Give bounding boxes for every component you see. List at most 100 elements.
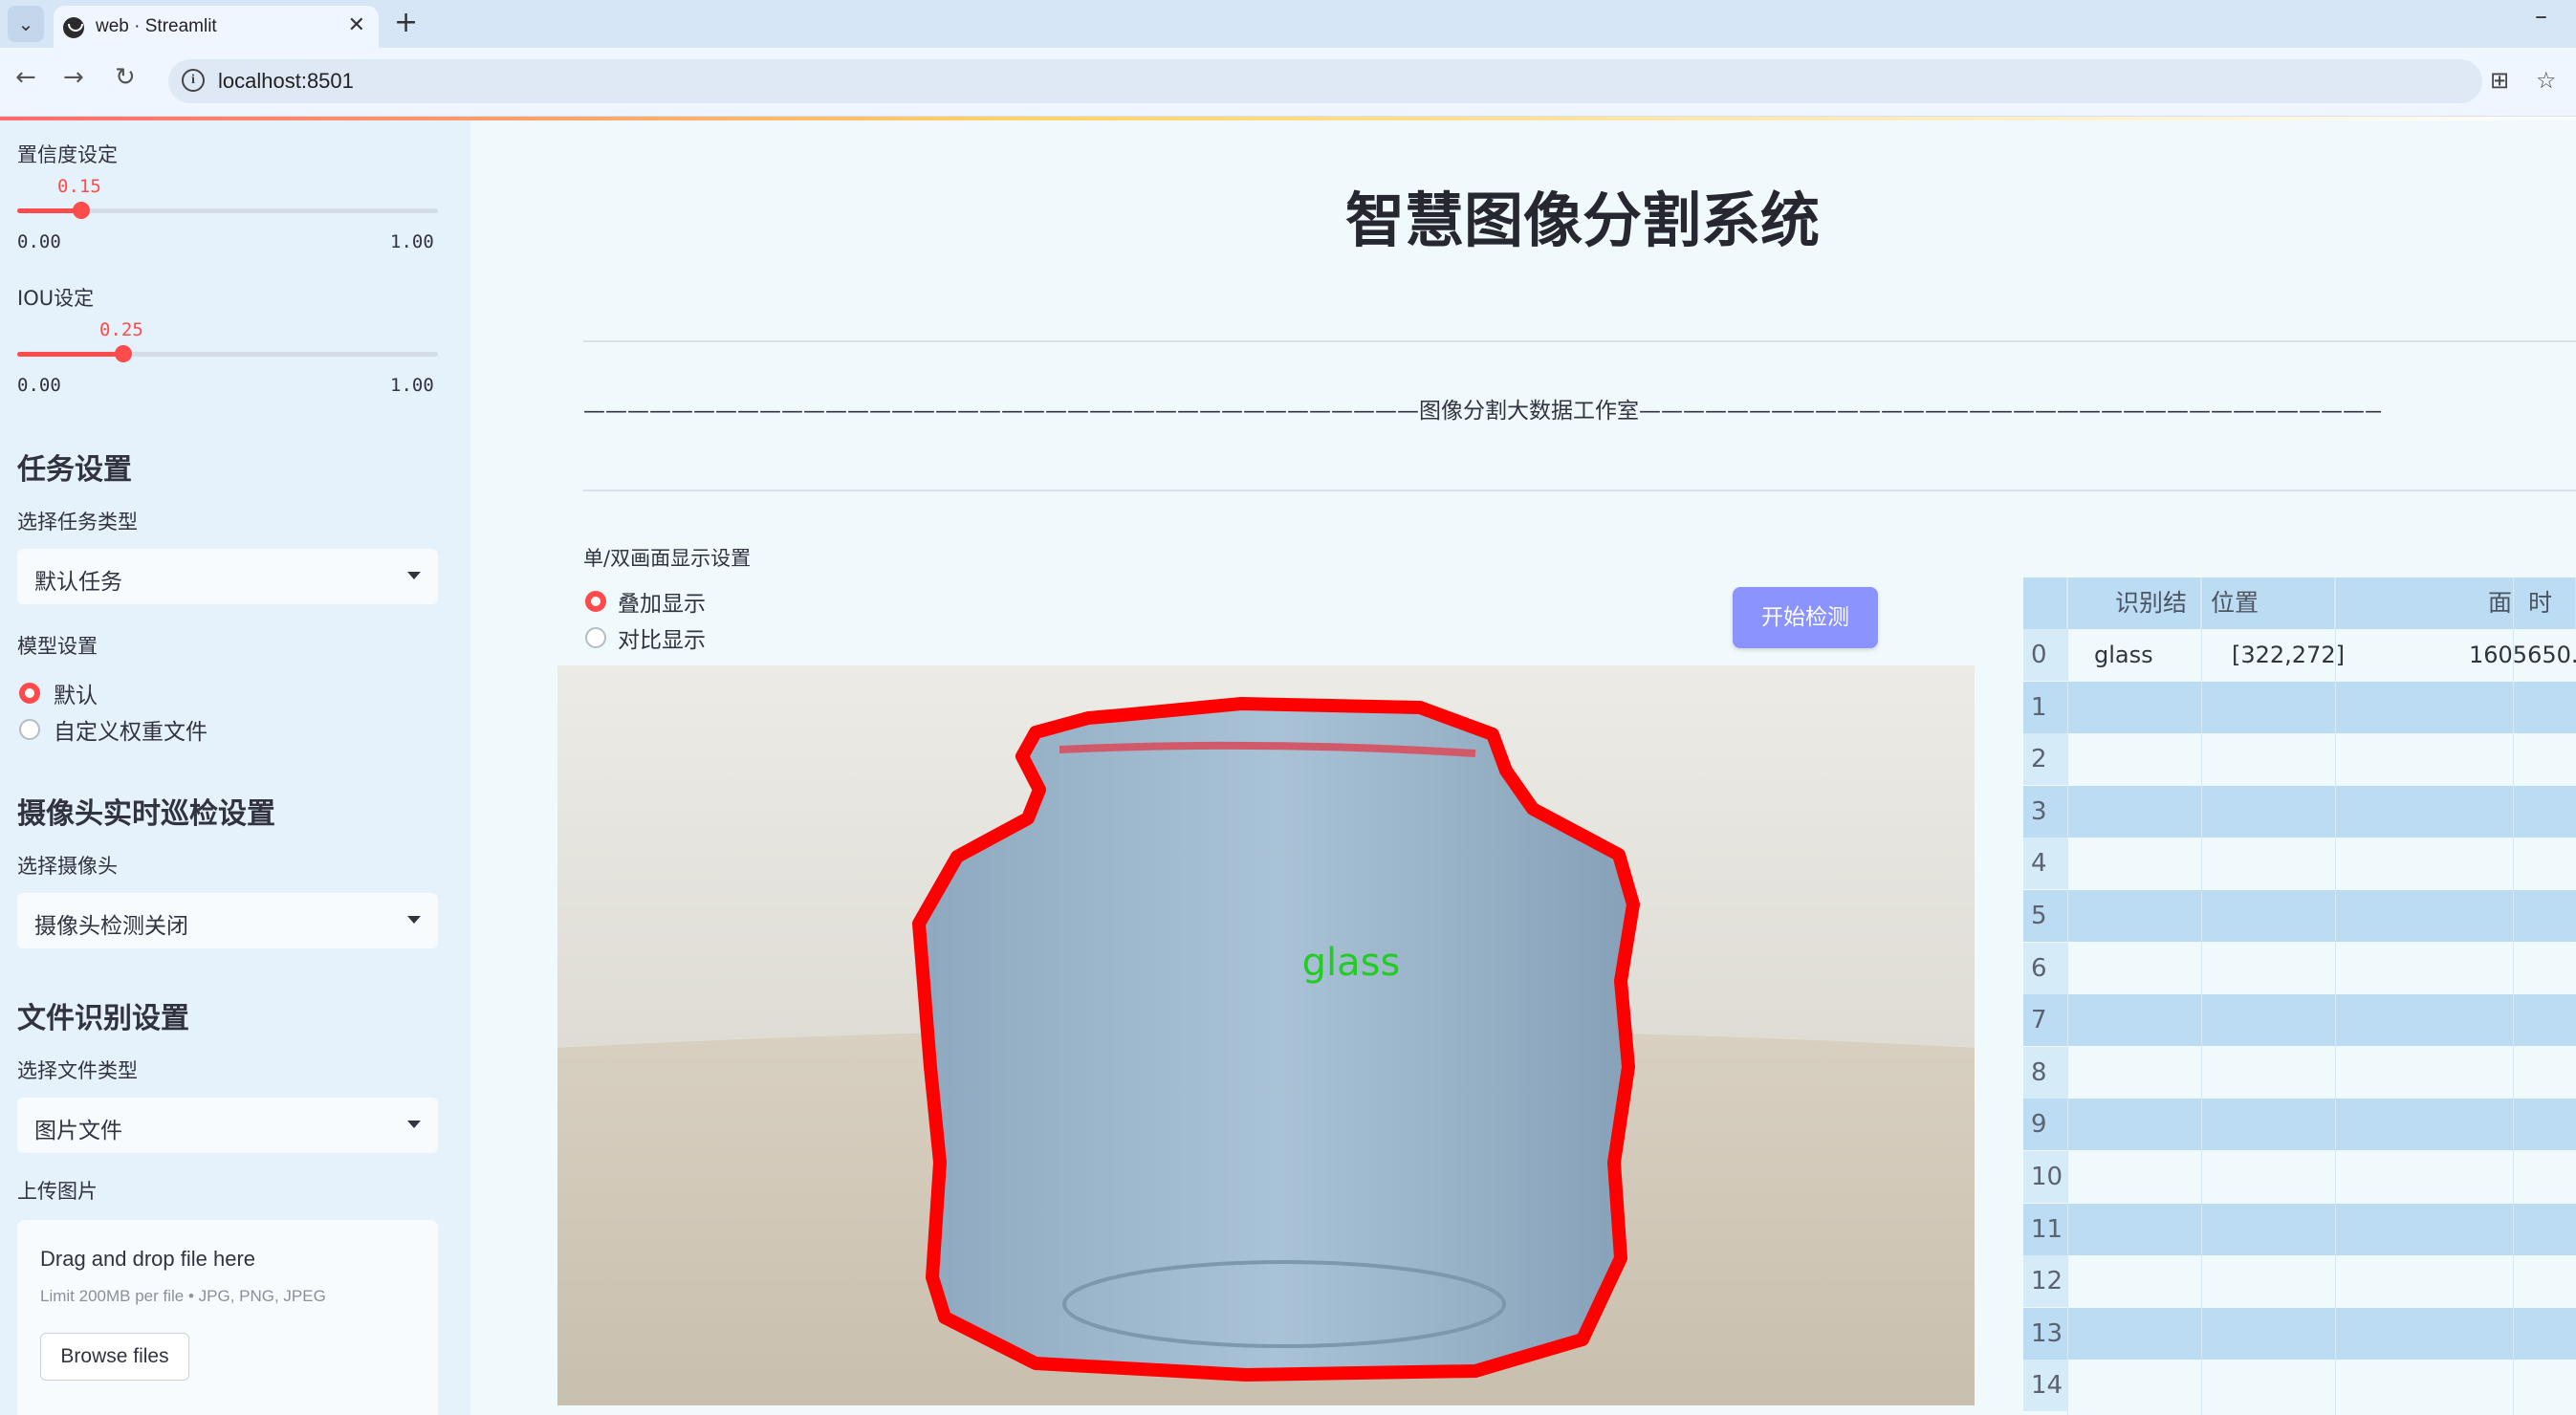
cell-result: glass	[2094, 642, 2153, 668]
table-header-time[interactable]: 时间	[2513, 577, 2576, 668]
row-index: 14	[2023, 1360, 2067, 1412]
row-index: 2	[2023, 733, 2067, 786]
cell-position	[2201, 786, 2335, 838]
window-minimize-icon[interactable]: –	[2535, 2, 2547, 31]
cell-result	[2067, 1151, 2201, 1203]
start-detection-button[interactable]: 开始检测	[1733, 587, 1878, 648]
cell-result	[2067, 1099, 2201, 1150]
detection-label: glass	[1302, 941, 1401, 985]
forward-arrow-icon[interactable]: →	[63, 63, 84, 92]
table-row[interactable]: 10	[2023, 1151, 2576, 1203]
site-info-icon[interactable]: i	[182, 69, 205, 92]
iou-min: 0.00	[17, 375, 61, 396]
table-row[interactable]: 6	[2023, 942, 2576, 994]
file-settings-header: 文件识别设置	[17, 1002, 189, 1035]
cell-position	[2201, 838, 2335, 889]
file-dropzone[interactable]: Drag and drop file here Limit 200MB per …	[17, 1220, 438, 1415]
dropzone-title: Drag and drop file here	[40, 1247, 256, 1271]
chevron-down-icon	[407, 572, 421, 579]
table-row[interactable]: 2	[2023, 733, 2576, 786]
camera-settings-header: 摄像头实时巡检设置	[17, 797, 275, 831]
table-header-position[interactable]: 位置	[2201, 577, 2335, 629]
model-custom-label: 自定义权重文件	[54, 720, 207, 745]
tab-close-icon[interactable]: ✕	[348, 13, 365, 37]
back-arrow-icon[interactable]: ←	[15, 63, 36, 92]
cell-time	[2513, 890, 2576, 942]
compare-display-radio[interactable]	[585, 627, 606, 648]
table-row[interactable]: 7	[2023, 994, 2576, 1047]
cell-area	[2335, 1204, 2513, 1255]
tab-search-dropdown-icon[interactable]: ⌄	[8, 6, 44, 42]
cell-area	[2335, 733, 2513, 785]
table-row[interactable]: 0 glass [322,272] 1605650.02	[2023, 629, 2576, 681]
model-default-radio[interactable]	[19, 683, 40, 704]
confidence-slider-thumb[interactable]	[73, 202, 90, 219]
cell-area	[2335, 1047, 2513, 1099]
confidence-max: 1.00	[390, 231, 434, 252]
iou-label: IOU设定	[17, 287, 95, 310]
iou-max: 1.00	[390, 375, 434, 396]
cell-result	[2067, 682, 2201, 733]
divider	[583, 490, 2576, 491]
model-custom-radio[interactable]	[19, 719, 40, 740]
row-index: 0	[2023, 629, 2067, 681]
results-table[interactable]: 识别结果 位置 面积 时间 0glass[322,272]1605650.021…	[2023, 577, 2576, 1415]
task-type-value: 默认任务	[34, 570, 122, 595]
task-type-select[interactable]: 默认任务	[17, 549, 438, 604]
cell-result	[2067, 1360, 2201, 1411]
table-column-divider	[2201, 577, 2202, 1415]
table-row[interactable]: 8	[2023, 1046, 2576, 1099]
browse-files-button[interactable]: Browse files	[40, 1333, 189, 1381]
cell-time	[2513, 994, 2576, 1046]
cell-result	[2067, 1204, 2201, 1255]
table-row[interactable]: 9	[2023, 1099, 2576, 1151]
streamlit-favicon-icon	[63, 17, 84, 38]
table-row[interactable]: 1	[2023, 681, 2576, 733]
cell-area	[2335, 1255, 2513, 1307]
row-index: 9	[2023, 1099, 2067, 1151]
cell-area	[2335, 1099, 2513, 1150]
bookmark-star-icon[interactable]: ☆	[2536, 67, 2557, 94]
camera-select[interactable]: 摄像头检测关闭	[17, 893, 438, 948]
table-row[interactable]: 3	[2023, 785, 2576, 838]
row-index: 13	[2023, 1307, 2067, 1360]
new-tab-icon[interactable]: +	[394, 6, 418, 39]
iou-slider[interactable]	[17, 345, 438, 362]
cell-area	[2335, 994, 2513, 1046]
cell-time	[2513, 1047, 2576, 1099]
cell-time	[2513, 682, 2576, 733]
chevron-down-icon	[407, 1121, 421, 1128]
cell-time	[2513, 838, 2576, 889]
table-column-divider	[2513, 577, 2514, 1415]
reload-icon[interactable]: ↻	[115, 63, 136, 92]
browser-navbar: ← → ↻ i localhost:8501 ⊞ ☆	[0, 48, 2576, 117]
table-row[interactable]: 11	[2023, 1203, 2576, 1255]
confidence-slider[interactable]	[17, 202, 438, 219]
table-row[interactable]: 12	[2023, 1255, 2576, 1308]
file-type-select[interactable]: 图片文件	[17, 1098, 438, 1153]
cell-position	[2201, 890, 2335, 942]
table-row[interactable]: 14	[2023, 1360, 2576, 1412]
address-bar[interactable]: i localhost:8501	[168, 59, 2482, 103]
cell-area	[2335, 1308, 2513, 1360]
overlay-display-radio[interactable]	[585, 591, 606, 612]
cell-result	[2067, 994, 2201, 1046]
browser-tab[interactable]: web · Streamlit ✕	[54, 6, 379, 48]
cell-area	[2335, 890, 2513, 942]
cell-position	[2201, 682, 2335, 733]
cell-time	[2513, 1099, 2576, 1150]
translate-icon[interactable]: ⊞	[2490, 67, 2509, 94]
row-index: 7	[2023, 994, 2067, 1047]
cell-position	[2201, 1204, 2335, 1255]
chevron-down-icon	[407, 916, 421, 924]
table-header-result[interactable]: 识别结果	[2067, 577, 2201, 668]
table-row[interactable]: 13	[2023, 1307, 2576, 1360]
table-row[interactable]: 5	[2023, 890, 2576, 942]
table-row[interactable]: 4	[2023, 838, 2576, 890]
iou-slider-thumb[interactable]	[115, 345, 132, 362]
cell-time	[2513, 943, 2576, 994]
iou-value: 0.25	[99, 319, 143, 340]
row-index: 8	[2023, 1046, 2067, 1099]
cell-area	[2335, 943, 2513, 994]
row-index: 6	[2023, 942, 2067, 994]
